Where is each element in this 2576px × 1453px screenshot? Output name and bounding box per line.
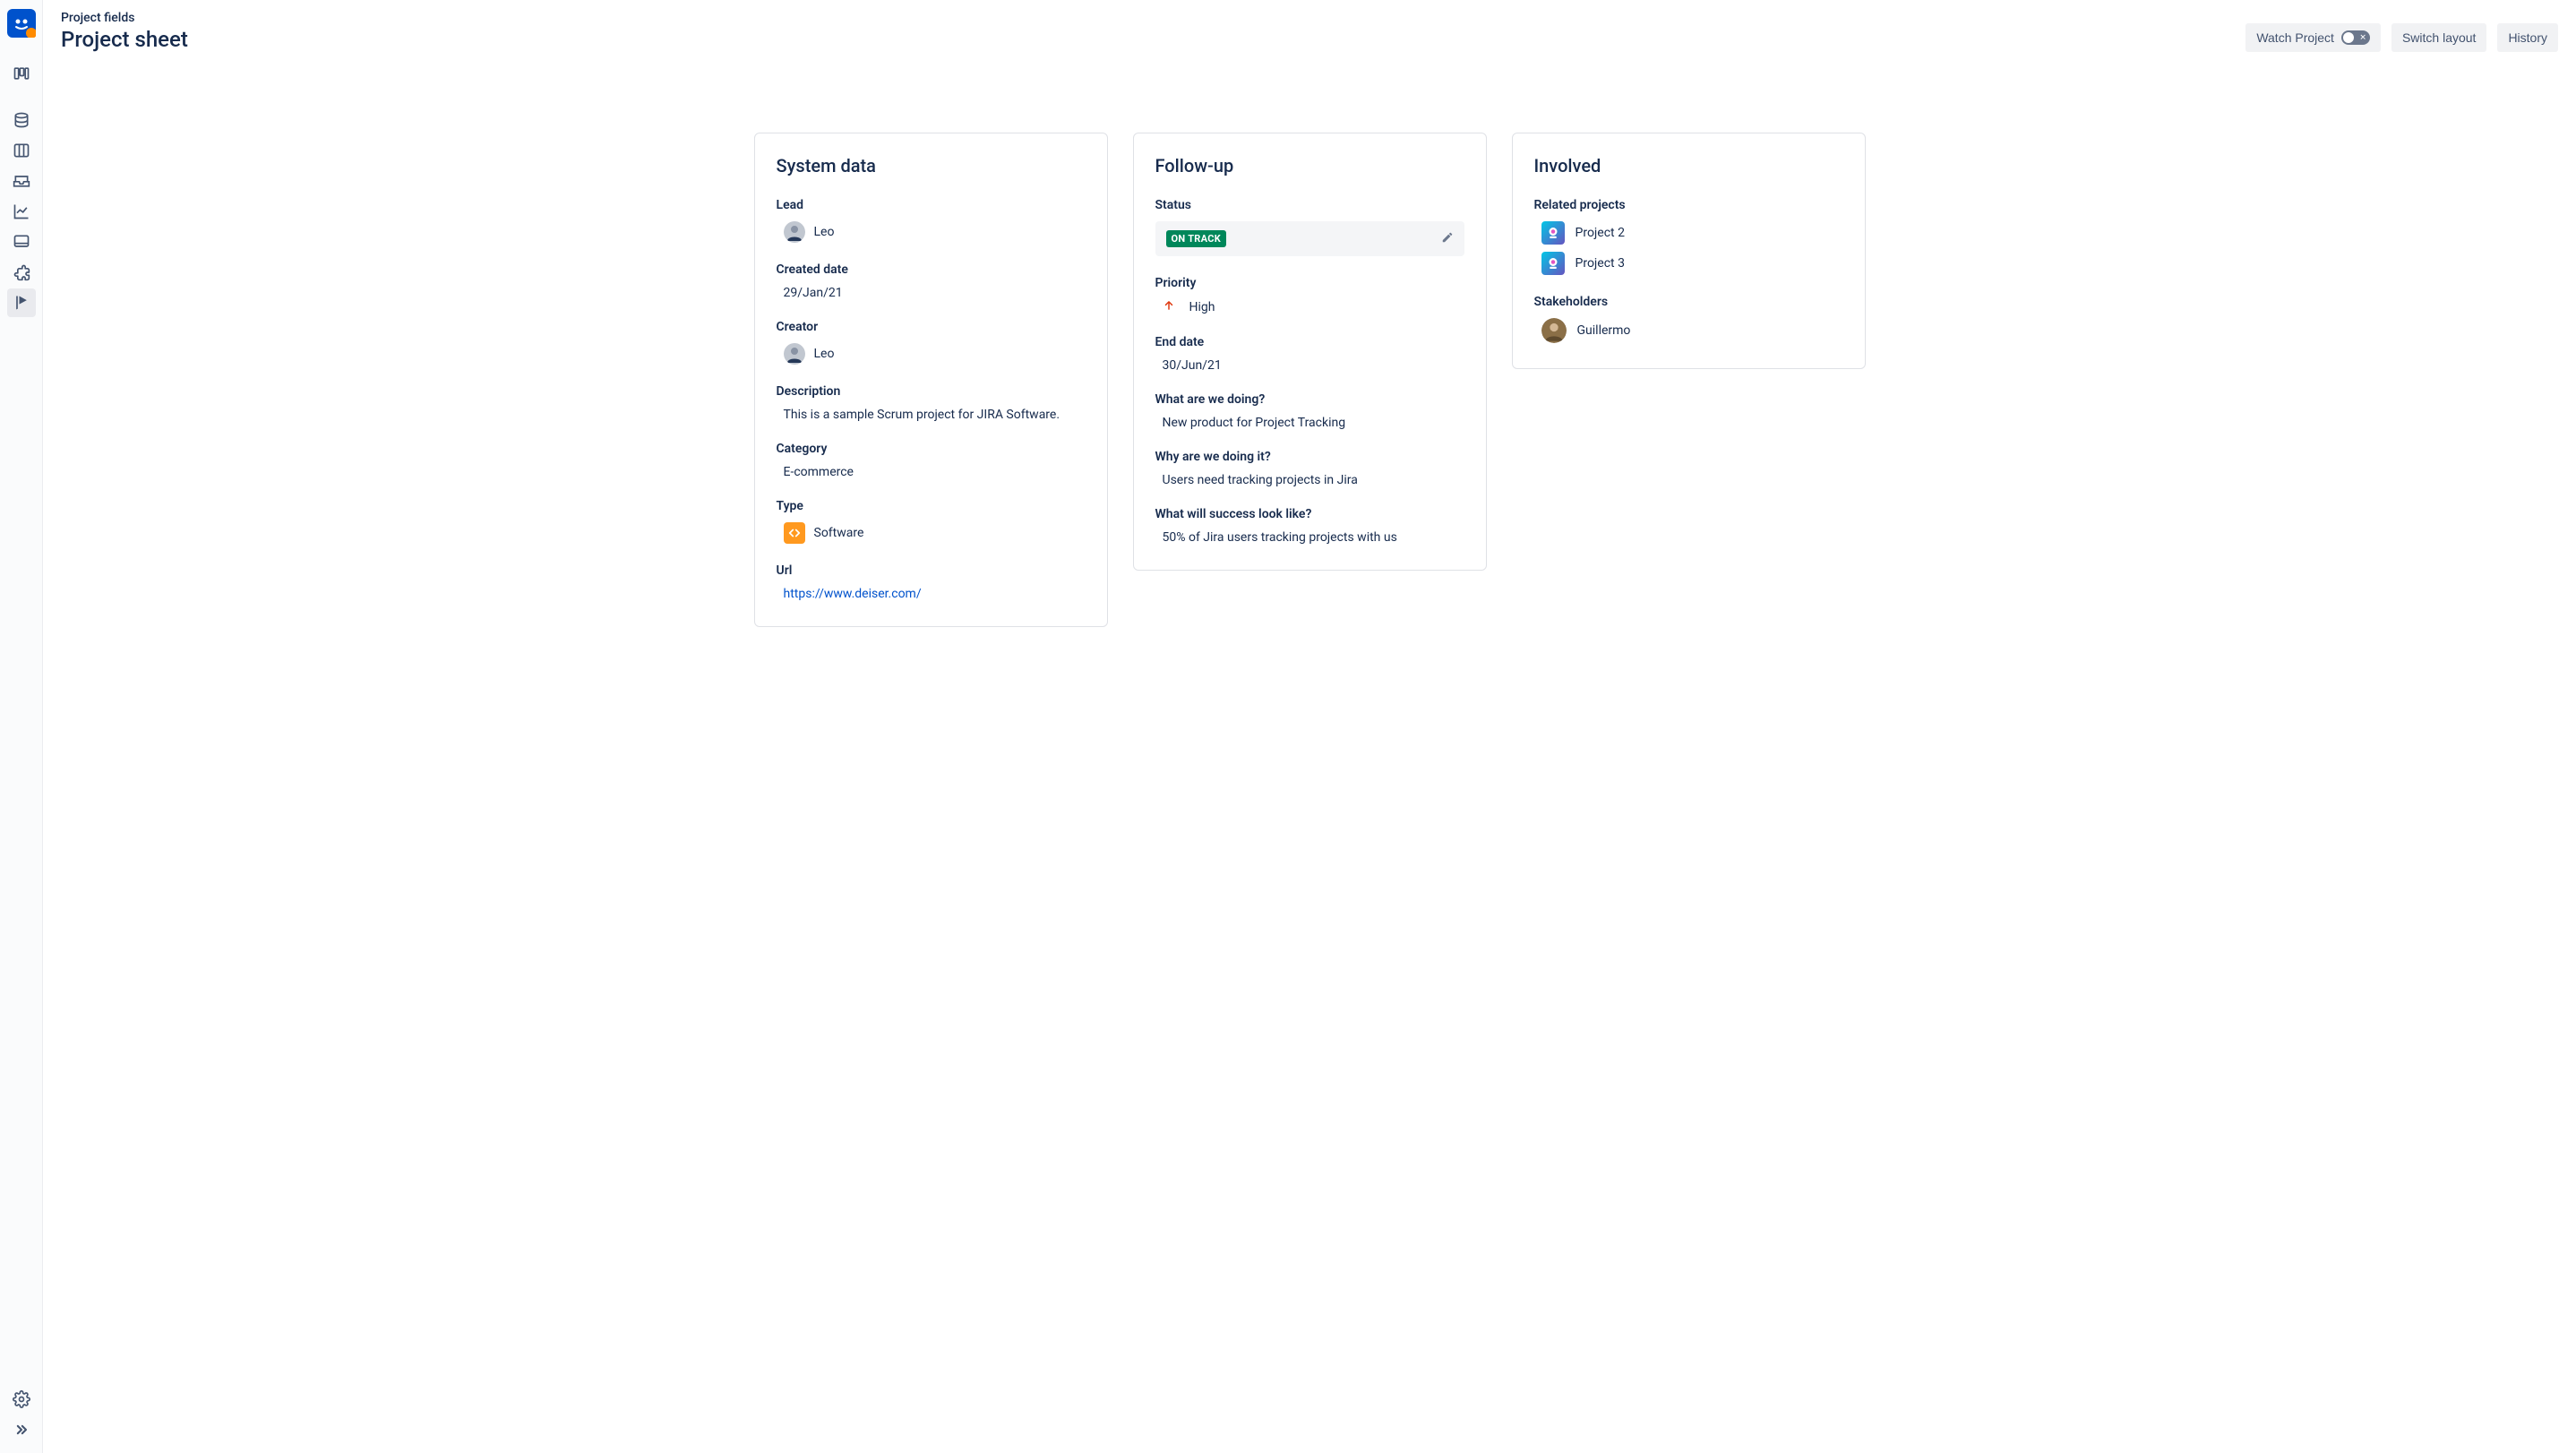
field-label-priority: Priority (1155, 276, 1464, 290)
system-data-card: System data Lead Leo Created date 29/Jan… (754, 133, 1108, 627)
priority-text: High (1189, 300, 1215, 314)
field-label-url: Url (777, 563, 1086, 578)
breadcrumb[interactable]: Project fields (61, 11, 188, 25)
creator-value[interactable]: Leo (777, 343, 1086, 365)
project-avatar-icon (1541, 252, 1565, 275)
card-title: Follow-up (1155, 155, 1464, 176)
nav-chart-icon[interactable] (7, 197, 36, 226)
priority-high-icon (1163, 299, 1175, 315)
nav-board-icon[interactable] (7, 59, 36, 88)
avatar-icon (1541, 318, 1567, 343)
field-label-success: What will success look like? (1155, 507, 1464, 521)
created-date-value[interactable]: 29/Jan/21 (777, 286, 1086, 300)
stakeholder-row[interactable]: Guillermo (1534, 318, 1843, 343)
avatar-icon (784, 221, 805, 243)
field-label-end-date: End date (1155, 335, 1464, 349)
field-label-created: Created date (777, 262, 1086, 277)
creator-name: Leo (814, 347, 835, 361)
field-label-stakeholders: Stakeholders (1534, 295, 1843, 309)
project-name: Project 2 (1576, 226, 1625, 240)
watch-project-label: Watch Project (2256, 30, 2334, 45)
end-date-value[interactable]: 30/Jun/21 (1155, 358, 1464, 373)
related-project-link[interactable]: Project 3 (1534, 252, 1843, 275)
field-label-status: Status (1155, 198, 1464, 212)
lead-value[interactable]: Leo (777, 221, 1086, 243)
category-value[interactable]: E-commerce (777, 465, 1086, 479)
nav-database-icon[interactable] (7, 106, 36, 134)
card-title: Involved (1534, 155, 1843, 176)
field-label-description: Description (777, 384, 1086, 399)
project-name: Project 3 (1576, 256, 1625, 271)
involved-card: Involved Related projects Project 2 Proj… (1512, 133, 1866, 369)
field-label-creator: Creator (777, 320, 1086, 334)
software-type-icon (784, 522, 805, 544)
related-project-link[interactable]: Project 2 (1534, 221, 1843, 245)
watch-project-toggle[interactable]: Watch Project ✕ (2245, 23, 2381, 52)
follow-up-card: Follow-up Status ON TRACK Priority High (1133, 133, 1487, 571)
history-button[interactable]: History (2497, 23, 2558, 52)
app-logo[interactable] (7, 9, 36, 38)
doing-value[interactable]: New product for Project Tracking (1155, 416, 1464, 430)
nav-expand-icon[interactable] (7, 1415, 36, 1444)
lead-name: Leo (814, 225, 835, 239)
page-header: Project fields Project sheet Watch Proje… (43, 0, 2576, 52)
sidebar-nav (0, 0, 43, 1453)
nav-addon-icon[interactable] (7, 258, 36, 287)
nav-monitor-icon[interactable] (7, 228, 36, 256)
description-value[interactable]: This is a sample Scrum project for JIRA … (777, 408, 1086, 422)
status-field[interactable]: ON TRACK (1155, 221, 1464, 256)
field-label-type: Type (777, 499, 1086, 513)
nav-flag-icon[interactable] (7, 288, 36, 317)
card-title: System data (777, 155, 1086, 176)
type-value[interactable]: Software (777, 522, 1086, 544)
field-label-doing: What are we doing? (1155, 392, 1464, 407)
project-avatar-icon (1541, 221, 1565, 245)
success-value[interactable]: 50% of Jira users tracking projects with… (1155, 530, 1464, 545)
field-label-related: Related projects (1534, 198, 1843, 212)
field-label-lead: Lead (777, 198, 1086, 212)
priority-value[interactable]: High (1155, 299, 1464, 315)
status-badge: ON TRACK (1166, 230, 1227, 247)
nav-inbox-icon[interactable] (7, 167, 36, 195)
avatar-icon (784, 343, 805, 365)
page-title: Project sheet (61, 27, 188, 52)
why-value[interactable]: Users need tracking projects in Jira (1155, 473, 1464, 487)
toggle-switch-off-icon: ✕ (2341, 30, 2370, 45)
edit-icon[interactable] (1441, 231, 1454, 247)
field-label-why: Why are we doing it? (1155, 450, 1464, 464)
url-link[interactable]: https://www.deiser.com/ (777, 587, 1086, 601)
stakeholder-name: Guillermo (1577, 323, 1631, 338)
nav-settings-icon[interactable] (7, 1385, 36, 1414)
switch-layout-button[interactable]: Switch layout (2391, 23, 2486, 52)
field-label-category: Category (777, 442, 1086, 456)
nav-columns-icon[interactable] (7, 136, 36, 165)
type-name: Software (814, 526, 864, 540)
